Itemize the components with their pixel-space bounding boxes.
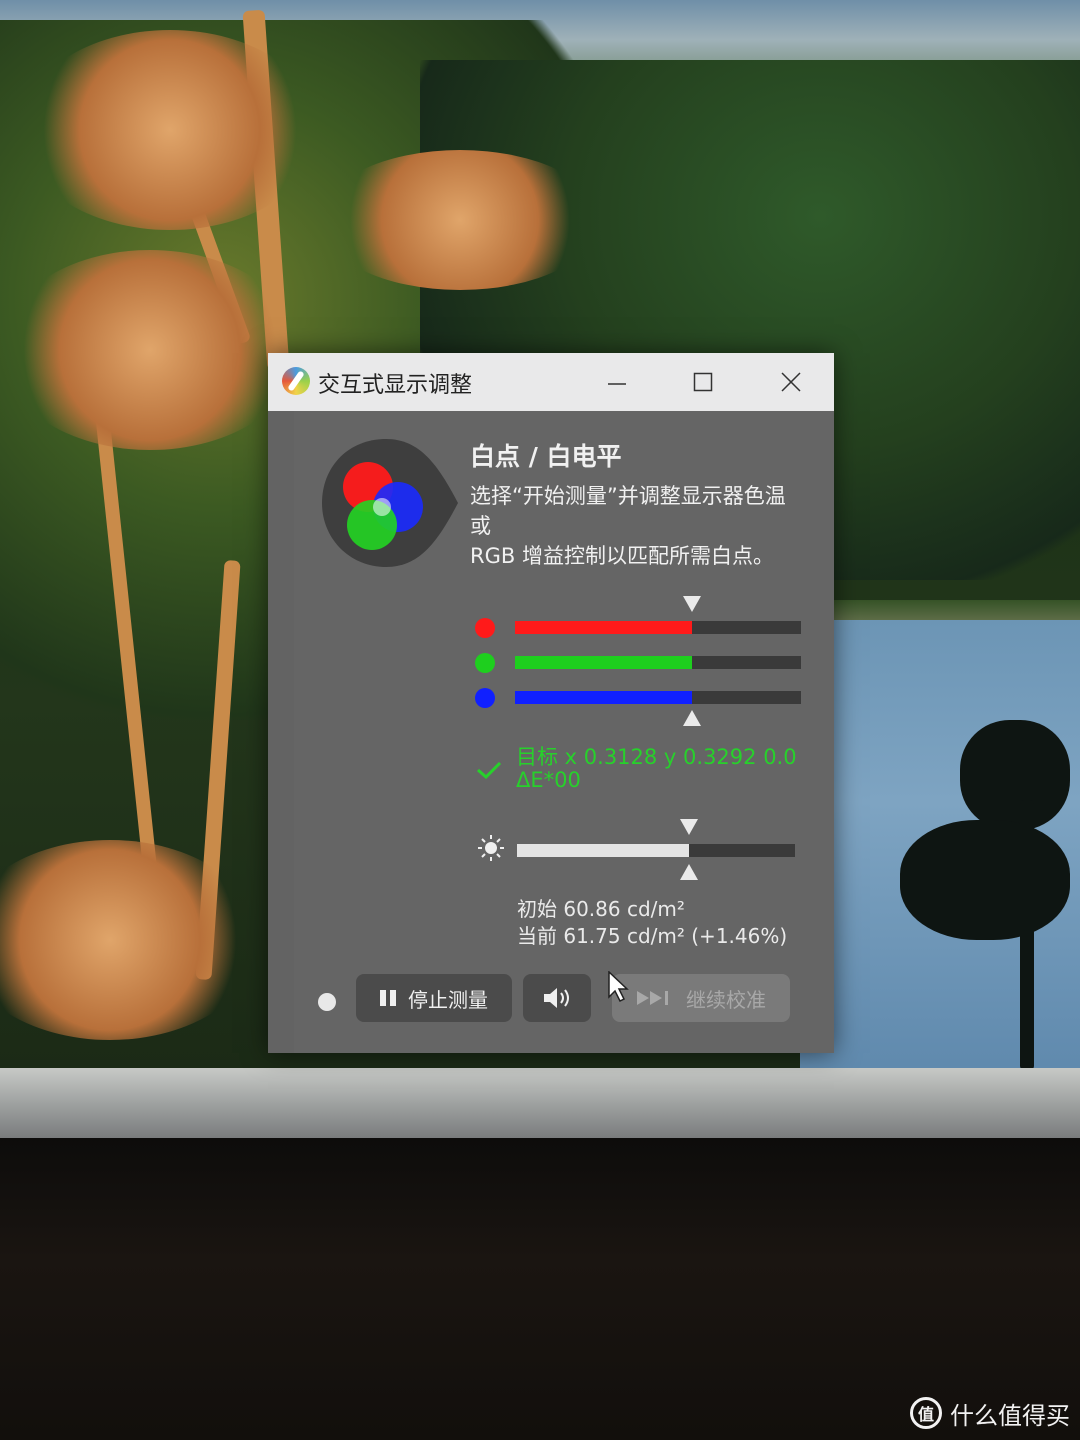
stop-measurement-label: 停止测量: [408, 987, 488, 1012]
description-line: 或: [470, 514, 491, 538]
brightness-icon: [478, 835, 504, 861]
description-line: RGB 增益控制以匹配所需白点。: [470, 544, 774, 568]
description-line: 选择“开始测量”并调整显示器色温: [470, 484, 786, 508]
minimize-icon: [608, 383, 626, 385]
wallpaper-foliage: [320, 150, 600, 290]
green-channel-dot: [475, 653, 495, 673]
panel-description: 选择“开始测量”并调整显示器色温 或 RGB 增益控制以匹配所需白点。: [470, 481, 810, 571]
green-gain-slider[interactable]: [515, 656, 801, 669]
pause-icon: [380, 990, 396, 1006]
luminance-slider[interactable]: [517, 844, 795, 857]
maximize-icon: [693, 372, 713, 392]
check-icon: [477, 761, 502, 779]
rgb-droplet-icon: [322, 439, 458, 567]
blue-channel-dot: [475, 688, 495, 708]
wallpaper-tree-silhouette: [900, 820, 1070, 940]
luminance-target-marker-top: [680, 819, 699, 835]
skip-forward-icon: [637, 991, 668, 1005]
red-gain-slider[interactable]: [515, 621, 801, 634]
stop-measurement-button[interactable]: 停止测量: [356, 974, 512, 1022]
continue-calibration-label: 继续校准: [686, 987, 766, 1012]
wallpaper-foliage: [0, 250, 300, 450]
blue-gain-slider[interactable]: [515, 691, 801, 704]
speaker-icon: [544, 988, 569, 1008]
watermark: 值 什么值得买: [910, 1395, 1070, 1431]
rgb-target-marker-bottom: [683, 710, 702, 726]
target-xy-text: 目标 x 0.3128 y 0.3292 0.0: [516, 745, 797, 769]
initial-luminance: 初始 60.86 cd/m²: [517, 897, 685, 921]
target-delta-e-text: ΔE*00: [516, 768, 581, 792]
luminance-fill: [517, 844, 690, 857]
wallpaper-foliage: [0, 840, 260, 1040]
wallpaper-tree-silhouette: [960, 720, 1070, 830]
watermark-logo-icon: 值: [910, 1397, 942, 1429]
current-luminance: 当前 61.75 cd/m² (+1.46%): [517, 924, 788, 948]
luminance-target-marker-bottom: [680, 864, 699, 880]
measurement-status-dot: [318, 993, 336, 1011]
panel-heading: 白点 / 白电平: [470, 442, 622, 471]
adjustment-panel: 白点 / 白电平 选择“开始测量”并调整显示器色温 或 RGB 增益控制以匹配所…: [294, 411, 834, 1053]
sound-toggle-button[interactable]: [523, 974, 591, 1022]
red-gain-fill: [515, 621, 693, 634]
red-channel-dot: [475, 618, 495, 638]
interactive-display-adjustment-window: 交互式显示调整 白点 / 白电平 选择“开始测量”并调整显示器色温 或 RGB …: [268, 353, 834, 1053]
window-title: 交互式显示调整: [318, 373, 473, 398]
app-icon: [282, 367, 310, 395]
monitor-bezel: [0, 1068, 1080, 1138]
blue-gain-fill: [515, 691, 693, 704]
title-bar[interactable]: 交互式显示调整: [268, 353, 834, 411]
mouse-cursor-icon: [608, 971, 629, 1003]
wallpaper-foliage: [20, 30, 320, 230]
close-button[interactable]: [766, 361, 816, 403]
rgb-target-marker-top: [683, 596, 702, 612]
watermark-text: 什么值得买: [950, 1401, 1070, 1430]
wallpaper-tree-silhouette: [1020, 800, 1034, 1070]
green-gain-fill: [515, 656, 693, 669]
continue-calibration-button[interactable]: 继续校准: [612, 974, 790, 1022]
minimize-button[interactable]: [592, 361, 642, 403]
maximize-button[interactable]: [678, 361, 728, 403]
close-icon: [781, 372, 801, 392]
